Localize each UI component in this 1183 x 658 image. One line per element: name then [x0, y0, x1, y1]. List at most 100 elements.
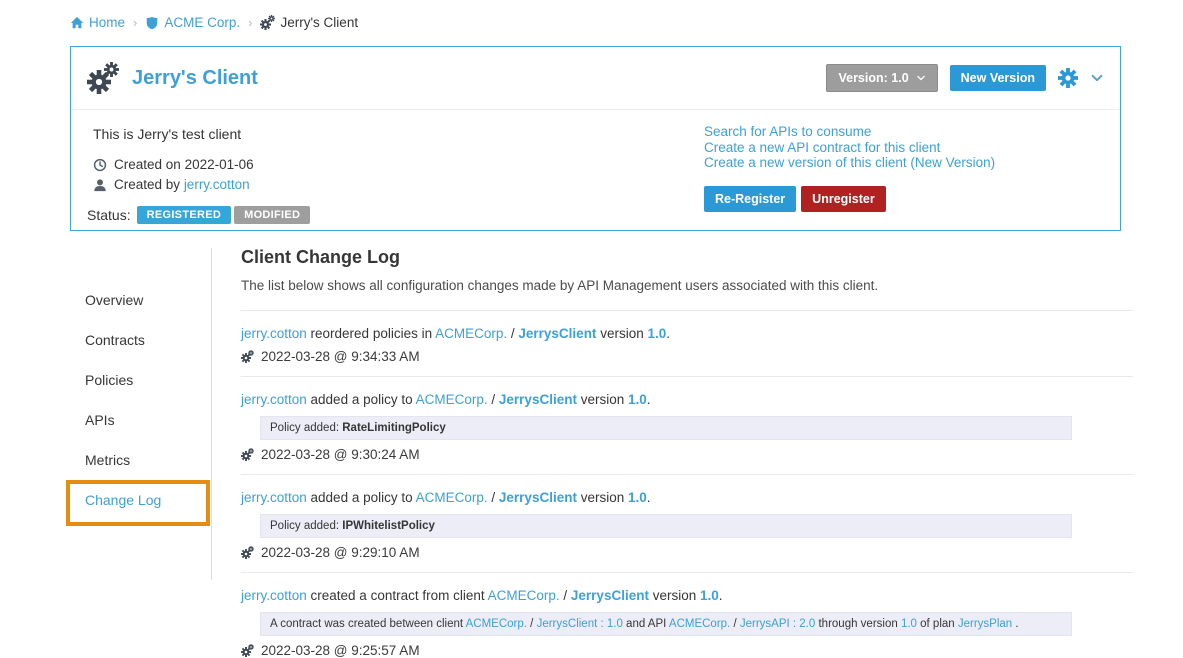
- created-by-row: Created by jerry.cotton: [93, 177, 704, 192]
- version-link[interactable]: 1.0: [628, 490, 647, 505]
- card-header: Jerry's Client Version: 1.0 New Version: [71, 47, 1120, 110]
- created-on-row: Created on 2022-01-06: [93, 157, 704, 172]
- timestamp: 2022-03-28 @ 9:25:57 AM: [261, 643, 420, 658]
- client-link[interactable]: JerrysClient: [499, 392, 577, 407]
- text: version: [649, 588, 700, 603]
- sidebar-item-overview[interactable]: Overview: [70, 280, 211, 320]
- client-summary-card: Jerry's Client Version: 1.0 New Version …: [70, 46, 1121, 231]
- user-link[interactable]: jerry.cotton: [241, 326, 307, 341]
- org-link[interactable]: ACMECorp.: [488, 588, 560, 603]
- user-link[interactable]: jerry.cotton: [241, 588, 307, 603]
- created-on-text: Created on 2022-01-06: [114, 157, 254, 172]
- text: /: [488, 392, 499, 407]
- status-label: Status:: [87, 207, 131, 223]
- text: /: [488, 490, 499, 505]
- status-badge: REGISTERED: [137, 206, 232, 224]
- text: version: [577, 392, 628, 407]
- sidebar-item-metrics[interactable]: Metrics: [70, 440, 211, 480]
- changelog-entry: jerry.cotton added a policy to ACMECorp.…: [241, 377, 1133, 462]
- changelog-entry: jerry.cotton created a contract from cli…: [241, 573, 1133, 658]
- entry-timestamp-row: 2022-03-28 @ 9:34:33 AM: [241, 349, 1133, 364]
- section-subtitle: The list below shows all configuration c…: [241, 277, 1133, 294]
- timestamp: 2022-03-28 @ 9:29:10 AM: [261, 545, 420, 560]
- breadcrumb: Home › ACME Corp. › Jerry's Client: [70, 15, 358, 30]
- changelog-entry: jerry.cotton reordered policies in ACMEC…: [241, 311, 1133, 364]
- chevron-down-icon[interactable]: [1090, 71, 1104, 85]
- text: version: [596, 326, 647, 341]
- create-contract-link[interactable]: Create a new API contract for this clien…: [704, 140, 1104, 156]
- entry-detail-box: Policy added: IPWhitelistPolicy: [260, 514, 1072, 538]
- home-icon: [70, 16, 84, 30]
- created-by-user-link[interactable]: jerry.cotton: [184, 177, 250, 192]
- gear-icon[interactable]: [1058, 68, 1078, 88]
- version-dropdown[interactable]: Version: 1.0: [826, 64, 937, 92]
- org-link[interactable]: ACMECorp.: [416, 392, 488, 407]
- org-link[interactable]: ACMECorp.: [435, 326, 507, 341]
- cogs-icon: [241, 546, 254, 559]
- unregister-button[interactable]: Unregister: [801, 186, 886, 212]
- entry-detail-box: Policy added: RateLimitingPolicy: [260, 416, 1072, 440]
- client-link[interactable]: JerrysClient: [518, 326, 596, 341]
- text: .: [647, 490, 651, 505]
- version-link[interactable]: 1.0: [628, 392, 647, 407]
- text: version: [577, 490, 628, 505]
- cogs-icon: [260, 15, 275, 30]
- client-link[interactable]: JerrysClient: [499, 490, 577, 505]
- cogs-icon: [241, 644, 254, 657]
- breadcrumb-separator: ›: [133, 15, 137, 30]
- sidebar-item-change-log[interactable]: Change Log: [70, 480, 211, 520]
- policy-name: RateLimitingPolicy: [342, 422, 446, 434]
- policy-name: IPWhitelistPolicy: [342, 520, 435, 532]
- changelog-panel: Client Change Log The list below shows a…: [241, 246, 1133, 658]
- entry-timestamp-row: 2022-03-28 @ 9:29:10 AM: [241, 545, 1133, 560]
- reregister-button[interactable]: Re-Register: [704, 186, 796, 212]
- text: .: [666, 326, 670, 341]
- page-title: Jerry's Client: [132, 67, 258, 90]
- sidebar-item-contracts[interactable]: Contracts: [70, 320, 211, 360]
- text: Policy added:: [270, 422, 342, 434]
- sidebar-item-apis[interactable]: APIs: [70, 400, 211, 440]
- search-apis-link[interactable]: Search for APIs to consume: [704, 124, 1104, 140]
- changelog-entry: jerry.cotton added a policy to ACMECorp.…: [241, 475, 1133, 560]
- text: .: [647, 392, 651, 407]
- version-dropdown-label: Version: 1.0: [838, 71, 908, 85]
- text: /: [507, 326, 518, 341]
- sidebar-nav: OverviewContractsPoliciesAPIsMetricsChan…: [70, 248, 212, 580]
- breadcrumb-home[interactable]: Home: [70, 15, 125, 30]
- client-actions-column: Search for APIs to consumeCreate a new A…: [704, 122, 1104, 224]
- entry-timestamp-row: 2022-03-28 @ 9:25:57 AM: [241, 643, 1133, 658]
- text: reordered policies in: [307, 326, 435, 341]
- status-row: Status: REGISTEREDMODIFIED: [87, 205, 704, 224]
- text: added a policy to: [307, 392, 416, 407]
- text: /: [560, 588, 571, 603]
- created-by-text: Created by jerry.cotton: [114, 177, 250, 192]
- breadcrumb-client-label: Jerry's Client: [280, 15, 358, 30]
- entry-summary: jerry.cotton added a policy to ACMECorp.…: [241, 391, 1133, 408]
- user-link[interactable]: jerry.cotton: [241, 392, 307, 407]
- text: added a policy to: [307, 490, 416, 505]
- breadcrumb-client: Jerry's Client: [260, 15, 358, 30]
- client-link[interactable]: JerrysClient: [571, 588, 649, 603]
- create-version-link[interactable]: Create a new version of this client (New…: [704, 155, 1104, 171]
- text: Policy added:: [270, 520, 342, 532]
- user-link[interactable]: jerry.cotton: [241, 490, 307, 505]
- sidebar-item-policies[interactable]: Policies: [70, 360, 211, 400]
- entry-summary: jerry.cotton reordered policies in ACMEC…: [241, 325, 1133, 342]
- org-link[interactable]: ACMECorp.: [416, 490, 488, 505]
- breadcrumb-org[interactable]: ACME Corp.: [145, 15, 240, 30]
- new-version-button[interactable]: New Version: [950, 65, 1046, 91]
- status-badge: MODIFIED: [234, 206, 310, 224]
- entry-timestamp-row: 2022-03-28 @ 9:30:24 AM: [241, 447, 1133, 462]
- cogs-icon: [87, 62, 119, 94]
- entry-detail-box: A contract was created between client AC…: [260, 612, 1072, 636]
- text: .: [719, 588, 723, 603]
- version-link[interactable]: 1.0: [700, 588, 719, 603]
- version-link[interactable]: 1.0: [647, 326, 666, 341]
- breadcrumb-separator: ›: [248, 15, 252, 30]
- entry-summary: jerry.cotton created a contract from cli…: [241, 587, 1133, 604]
- timestamp: 2022-03-28 @ 9:34:33 AM: [261, 349, 420, 364]
- breadcrumb-org-label: ACME Corp.: [164, 15, 240, 30]
- card-body: This is Jerry's test client Created on 2…: [71, 110, 1120, 224]
- client-description: This is Jerry's test client: [93, 126, 704, 142]
- section-title: Client Change Log: [241, 246, 1133, 268]
